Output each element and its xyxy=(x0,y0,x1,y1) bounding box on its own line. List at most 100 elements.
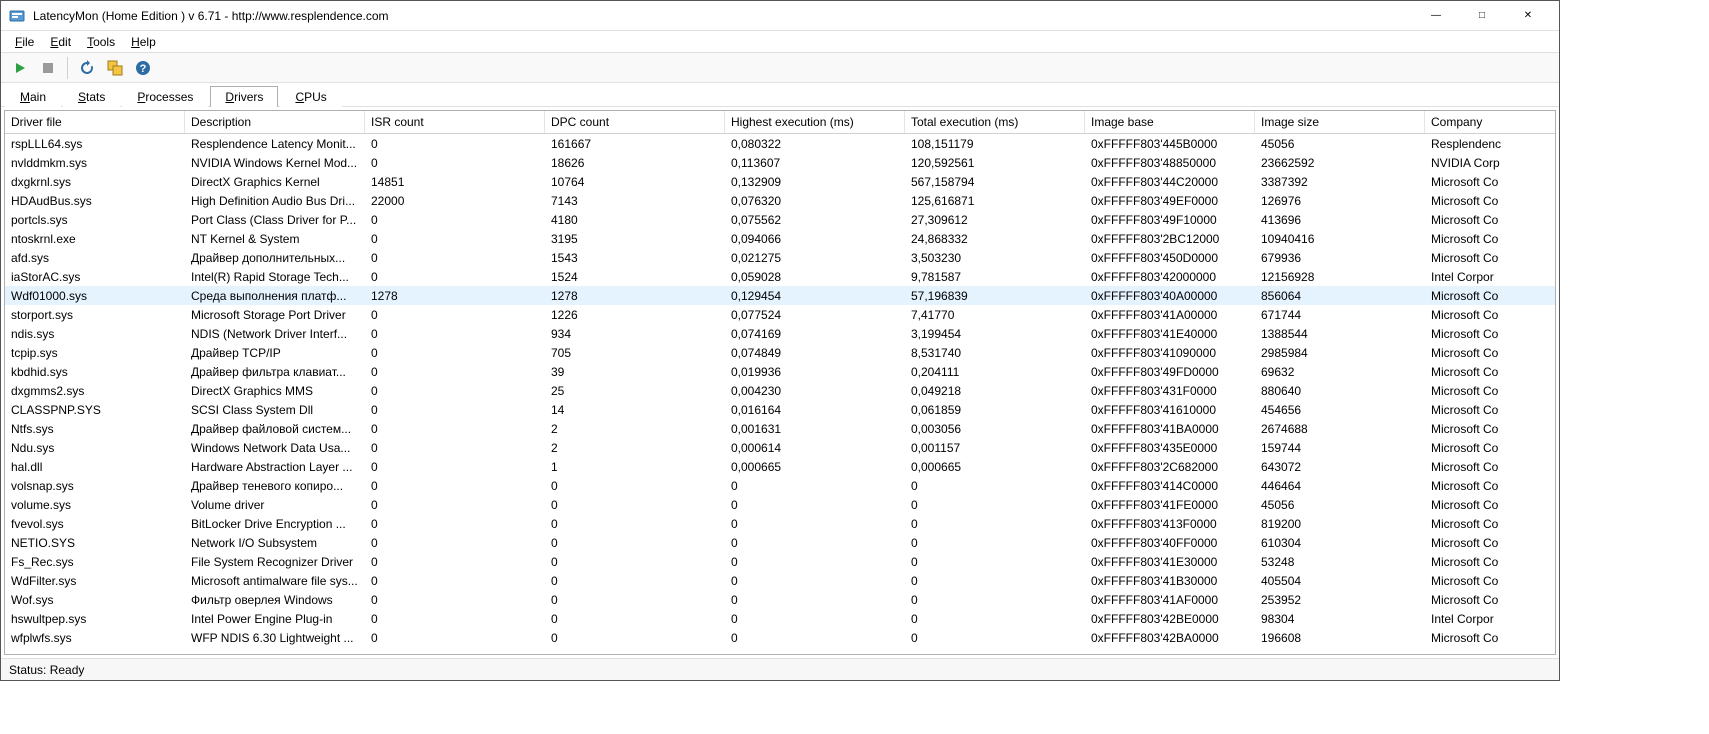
cell: 0 xyxy=(365,136,545,152)
cell: Microsoft Co xyxy=(1425,516,1555,532)
table-row[interactable]: dxgkrnl.sysDirectX Graphics Kernel148511… xyxy=(5,172,1555,191)
table-row[interactable]: HDAudBus.sysHigh Definition Audio Bus Dr… xyxy=(5,191,1555,210)
cell: 0xFFFFF803'42BA0000 xyxy=(1085,630,1255,646)
col-highest-exec[interactable]: Highest execution (ms) xyxy=(725,111,905,133)
col-total-exec[interactable]: Total execution (ms) xyxy=(905,111,1085,133)
cell: 0 xyxy=(725,497,905,513)
cell: Драйвер файловой систем... xyxy=(185,421,365,437)
table-row[interactable]: ndis.sysNDIS (Network Driver Interf...09… xyxy=(5,324,1555,343)
tab-drivers-label: rivers xyxy=(234,90,263,104)
tab-main[interactable]: Main xyxy=(5,86,61,107)
cell: 1278 xyxy=(365,288,545,304)
cell: nvlddmkm.sys xyxy=(5,155,185,171)
cell: 69632 xyxy=(1255,364,1425,380)
window-title: LatencyMon (Home Edition ) v 6.71 - http… xyxy=(33,9,1413,23)
tab-cpus[interactable]: CPUs xyxy=(280,86,341,107)
menu-tools-label: ools xyxy=(93,35,115,49)
cell: SCSI Class System Dll xyxy=(185,402,365,418)
col-driver-file[interactable]: Driver file xyxy=(5,111,185,133)
menu-help[interactable]: Help xyxy=(123,33,164,51)
table-row[interactable]: Ndu.sysWindows Network Data Usa...020,00… xyxy=(5,438,1555,457)
cell: 0,001157 xyxy=(905,440,1085,456)
col-dpc-count[interactable]: DPC count xyxy=(545,111,725,133)
cell: 0 xyxy=(905,554,1085,570)
table-row[interactable]: hswultpep.sysIntel Power Engine Plug-in0… xyxy=(5,609,1555,628)
maximize-button[interactable]: □ xyxy=(1459,1,1505,31)
cell: 0 xyxy=(905,497,1085,513)
cell: 2 xyxy=(545,421,725,437)
table-row[interactable]: rspLLL64.sysResplendence Latency Monit..… xyxy=(5,134,1555,153)
cell: 0xFFFFF803'41A00000 xyxy=(1085,307,1255,323)
table-row[interactable]: hal.dllHardware Abstraction Layer ...010… xyxy=(5,457,1555,476)
cell: Драйвер TCP/IP xyxy=(185,345,365,361)
table-row[interactable]: portcls.sysPort Class (Class Driver for … xyxy=(5,210,1555,229)
cell: Microsoft Co xyxy=(1425,459,1555,475)
cell: Windows Network Data Usa... xyxy=(185,440,365,456)
cell: 23662592 xyxy=(1255,155,1425,171)
table-row[interactable]: afd.sysДрайвер дополнительных...015430,0… xyxy=(5,248,1555,267)
cell: 0,129454 xyxy=(725,288,905,304)
table-row[interactable]: ntoskrnl.exeNT Kernel & System031950,094… xyxy=(5,229,1555,248)
cell: 0 xyxy=(365,516,545,532)
cell: Microsoft Co xyxy=(1425,288,1555,304)
table-row[interactable]: WdFilter.sysMicrosoft antimalware file s… xyxy=(5,571,1555,590)
cell: 705 xyxy=(545,345,725,361)
cell: 0 xyxy=(725,592,905,608)
cell: afd.sys xyxy=(5,250,185,266)
table-row[interactable]: wfplwfs.sysWFP NDIS 6.30 Lightweight ...… xyxy=(5,628,1555,647)
table-row[interactable]: storport.sysMicrosoft Storage Port Drive… xyxy=(5,305,1555,324)
cell: 0 xyxy=(545,516,725,532)
cell: DirectX Graphics Kernel xyxy=(185,174,365,190)
help-button[interactable]: ? xyxy=(130,55,156,81)
svg-text:?: ? xyxy=(140,63,147,75)
minimize-button[interactable]: — xyxy=(1413,1,1459,31)
table-row[interactable]: fvevol.sysBitLocker Drive Encryption ...… xyxy=(5,514,1555,533)
tab-drivers[interactable]: Drivers xyxy=(210,86,278,107)
table-row[interactable]: CLASSPNP.SYSSCSI Class System Dll0140,01… xyxy=(5,400,1555,419)
menu-help-label: elp xyxy=(140,35,156,49)
col-description[interactable]: Description xyxy=(185,111,365,133)
table-row[interactable]: dxgmms2.sysDirectX Graphics MMS0250,0042… xyxy=(5,381,1555,400)
cell: Microsoft Storage Port Driver xyxy=(185,307,365,323)
cell: 126976 xyxy=(1255,193,1425,209)
grid-body[interactable]: rspLLL64.sysResplendence Latency Monit..… xyxy=(5,134,1555,654)
col-company[interactable]: Company xyxy=(1425,111,1556,133)
table-row[interactable]: volume.sysVolume driver00000xFFFFF803'41… xyxy=(5,495,1555,514)
col-image-base[interactable]: Image base xyxy=(1085,111,1255,133)
table-row[interactable]: Wdf01000.sysСреда выполнения платф...127… xyxy=(5,286,1555,305)
tab-processes[interactable]: Processes xyxy=(122,86,208,107)
table-row[interactable]: Ntfs.sysДрайвер файловой систем...020,00… xyxy=(5,419,1555,438)
cell: 0 xyxy=(725,478,905,494)
menu-edit[interactable]: Edit xyxy=(42,33,79,51)
layers-button[interactable] xyxy=(102,55,128,81)
cell: Intel Power Engine Plug-in xyxy=(185,611,365,627)
cell: Resplendenc xyxy=(1425,136,1555,152)
cell: Microsoft Co xyxy=(1425,231,1555,247)
close-button[interactable]: ✕ xyxy=(1505,1,1551,31)
table-row[interactable]: Fs_Rec.sysFile System Recognizer Driver0… xyxy=(5,552,1555,571)
cell: 0 xyxy=(725,630,905,646)
table-row[interactable]: iaStorAC.sysIntel(R) Rapid Storage Tech.… xyxy=(5,267,1555,286)
cell: Среда выполнения платф... xyxy=(185,288,365,304)
cell: 0xFFFFF803'414C0000 xyxy=(1085,478,1255,494)
table-row[interactable]: NETIO.SYSNetwork I/O Subsystem00000xFFFF… xyxy=(5,533,1555,552)
stop-button[interactable] xyxy=(35,55,61,81)
play-button[interactable] xyxy=(7,55,33,81)
refresh-button[interactable] xyxy=(74,55,100,81)
cell: 934 xyxy=(545,326,725,342)
cell: Microsoft Co xyxy=(1425,307,1555,323)
table-row[interactable]: nvlddmkm.sysNVIDIA Windows Kernel Mod...… xyxy=(5,153,1555,172)
table-row[interactable]: tcpip.sysДрайвер TCP/IP07050,0748498,531… xyxy=(5,343,1555,362)
menu-tools[interactable]: Tools xyxy=(79,33,123,51)
cell: Microsoft Co xyxy=(1425,345,1555,361)
cell: Microsoft Co xyxy=(1425,326,1555,342)
cell: 0xFFFFF803'44C20000 xyxy=(1085,174,1255,190)
table-row[interactable]: kbdhid.sysДрайвер фильтра клавиат...0390… xyxy=(5,362,1555,381)
tab-stats[interactable]: Stats xyxy=(63,86,120,107)
window-controls: — □ ✕ xyxy=(1413,1,1551,31)
menu-file[interactable]: File xyxy=(7,33,42,51)
col-isr-count[interactable]: ISR count xyxy=(365,111,545,133)
col-image-size[interactable]: Image size xyxy=(1255,111,1425,133)
table-row[interactable]: Wof.sysФильтр оверлея Windows00000xFFFFF… xyxy=(5,590,1555,609)
table-row[interactable]: volsnap.sysДрайвер теневого копиро...000… xyxy=(5,476,1555,495)
